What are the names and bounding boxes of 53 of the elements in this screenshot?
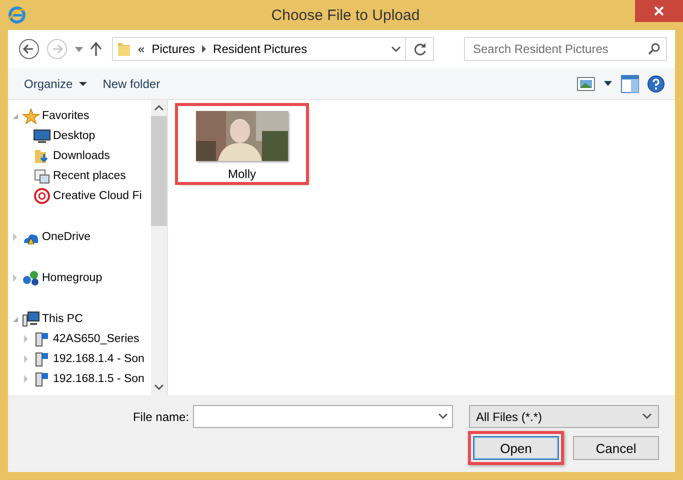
tree-item[interactable]: Favorites	[42, 110, 90, 122]
close-button[interactable]	[635, 0, 683, 22]
file-item[interactable]: Molly	[178, 106, 306, 182]
file-name: Molly	[228, 167, 256, 181]
monitor-icon	[33, 128, 51, 144]
breadcrumb-overflow[interactable]: «	[138, 42, 145, 56]
search-icon[interactable]	[648, 43, 660, 55]
dropdown-caret-icon	[642, 413, 652, 420]
tree-item[interactable]: 192.168.1.5 - Son	[53, 373, 144, 385]
dropdown-caret-icon[interactable]	[391, 46, 401, 52]
browser-e-icon	[8, 6, 26, 24]
breadcrumb[interactable]: Pictures	[152, 42, 196, 56]
cancel-button[interactable]: Cancel	[573, 436, 659, 460]
address-bar[interactable]: « Pictures Resident Pictures	[112, 37, 406, 61]
close-icon	[654, 6, 664, 16]
dropdown-caret-icon[interactable]	[438, 413, 448, 420]
computer-icon	[22, 311, 40, 327]
file-type-dropdown[interactable]: All Files (*.*)	[469, 405, 659, 428]
tree-item[interactable]: Downloads	[53, 150, 110, 162]
organize-menu[interactable]: Organize	[20, 74, 91, 94]
tree-item[interactable]: 192.168.1.4 - Son	[53, 353, 144, 365]
back-button[interactable]	[18, 38, 40, 60]
tree-item[interactable]: 42AS650_Series	[53, 333, 140, 345]
breadcrumb[interactable]: Resident Pictures	[213, 42, 308, 56]
tree-item[interactable]: Desktop	[53, 130, 96, 142]
tree-item[interactable]: Recent places	[53, 170, 126, 182]
help-icon[interactable]	[647, 74, 665, 92]
network-icon	[22, 270, 40, 286]
open-button[interactable]: Open	[473, 436, 559, 460]
field-label: File name:	[132, 410, 189, 424]
window-title: Choose File to Upload	[270, 6, 421, 24]
star-icon	[22, 108, 40, 124]
preview-pane-icon[interactable]	[621, 74, 639, 92]
device-icon	[33, 371, 51, 387]
folder-icon	[117, 41, 131, 57]
device-icon	[33, 351, 51, 367]
tree-item[interactable]: This PC	[42, 313, 83, 325]
device-icon	[33, 331, 51, 347]
up-arrow-icon[interactable]	[90, 42, 102, 56]
places-icon	[33, 168, 51, 184]
new-folder-button[interactable]: New folder	[98, 74, 164, 94]
tree-item[interactable]: OneDrive	[42, 231, 91, 243]
scrollbar[interactable]	[151, 100, 167, 395]
view-picture-icon[interactable]	[577, 76, 595, 90]
refresh-button[interactable]	[406, 37, 434, 61]
tree-item[interactable]: Creative Cloud Fi	[53, 190, 142, 202]
tree-item[interactable]: Homegroup	[42, 272, 102, 284]
search-field[interactable]: Search Resident Pictures	[464, 37, 667, 61]
refresh-icon	[412, 42, 426, 56]
cloudapp-icon	[33, 188, 51, 204]
dropdown-caret-icon[interactable]	[603, 80, 613, 87]
file-name-field[interactable]	[193, 405, 453, 428]
chevron-icon	[202, 45, 206, 53]
